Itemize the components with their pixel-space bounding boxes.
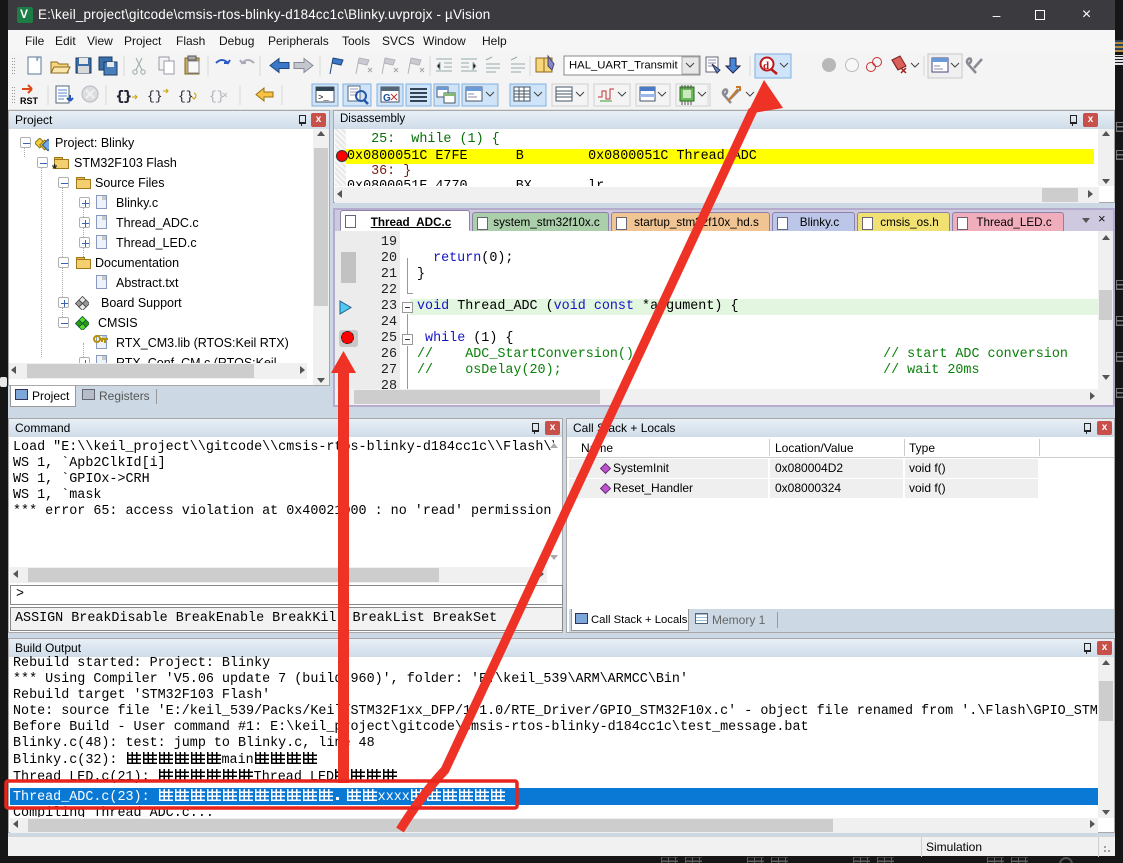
svg-text:{}: {} [116,89,132,104]
svg-text:d: d [763,60,769,72]
svg-text:>_: >_ [318,93,329,103]
svg-text:G: G [383,93,391,104]
svg-text:{}: {} [147,89,163,104]
svg-text:RST: RST [20,96,39,106]
svg-text:{}: {} [178,89,194,104]
svg-text:HAL_UART_Transmit: HAL_UART_Transmit [569,60,678,72]
svg-text:{}: {} [209,89,225,104]
